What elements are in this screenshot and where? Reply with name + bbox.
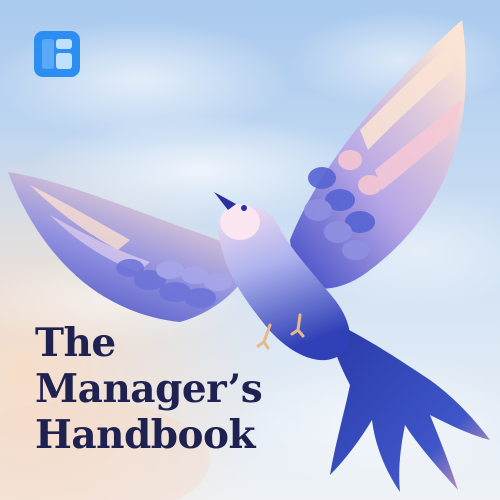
title-line-2: Manager’s (35, 366, 263, 412)
bird-head (220, 204, 260, 240)
title-line-1: The (35, 320, 116, 366)
bird-eye (241, 205, 247, 211)
logo-icon (34, 31, 80, 77)
bird-tail (330, 320, 490, 492)
cover-title: The Manager’s Handbook (35, 320, 263, 458)
title-line-3: Handbook (35, 412, 256, 458)
cover-canvas: The Manager’s Handbook (0, 0, 500, 500)
